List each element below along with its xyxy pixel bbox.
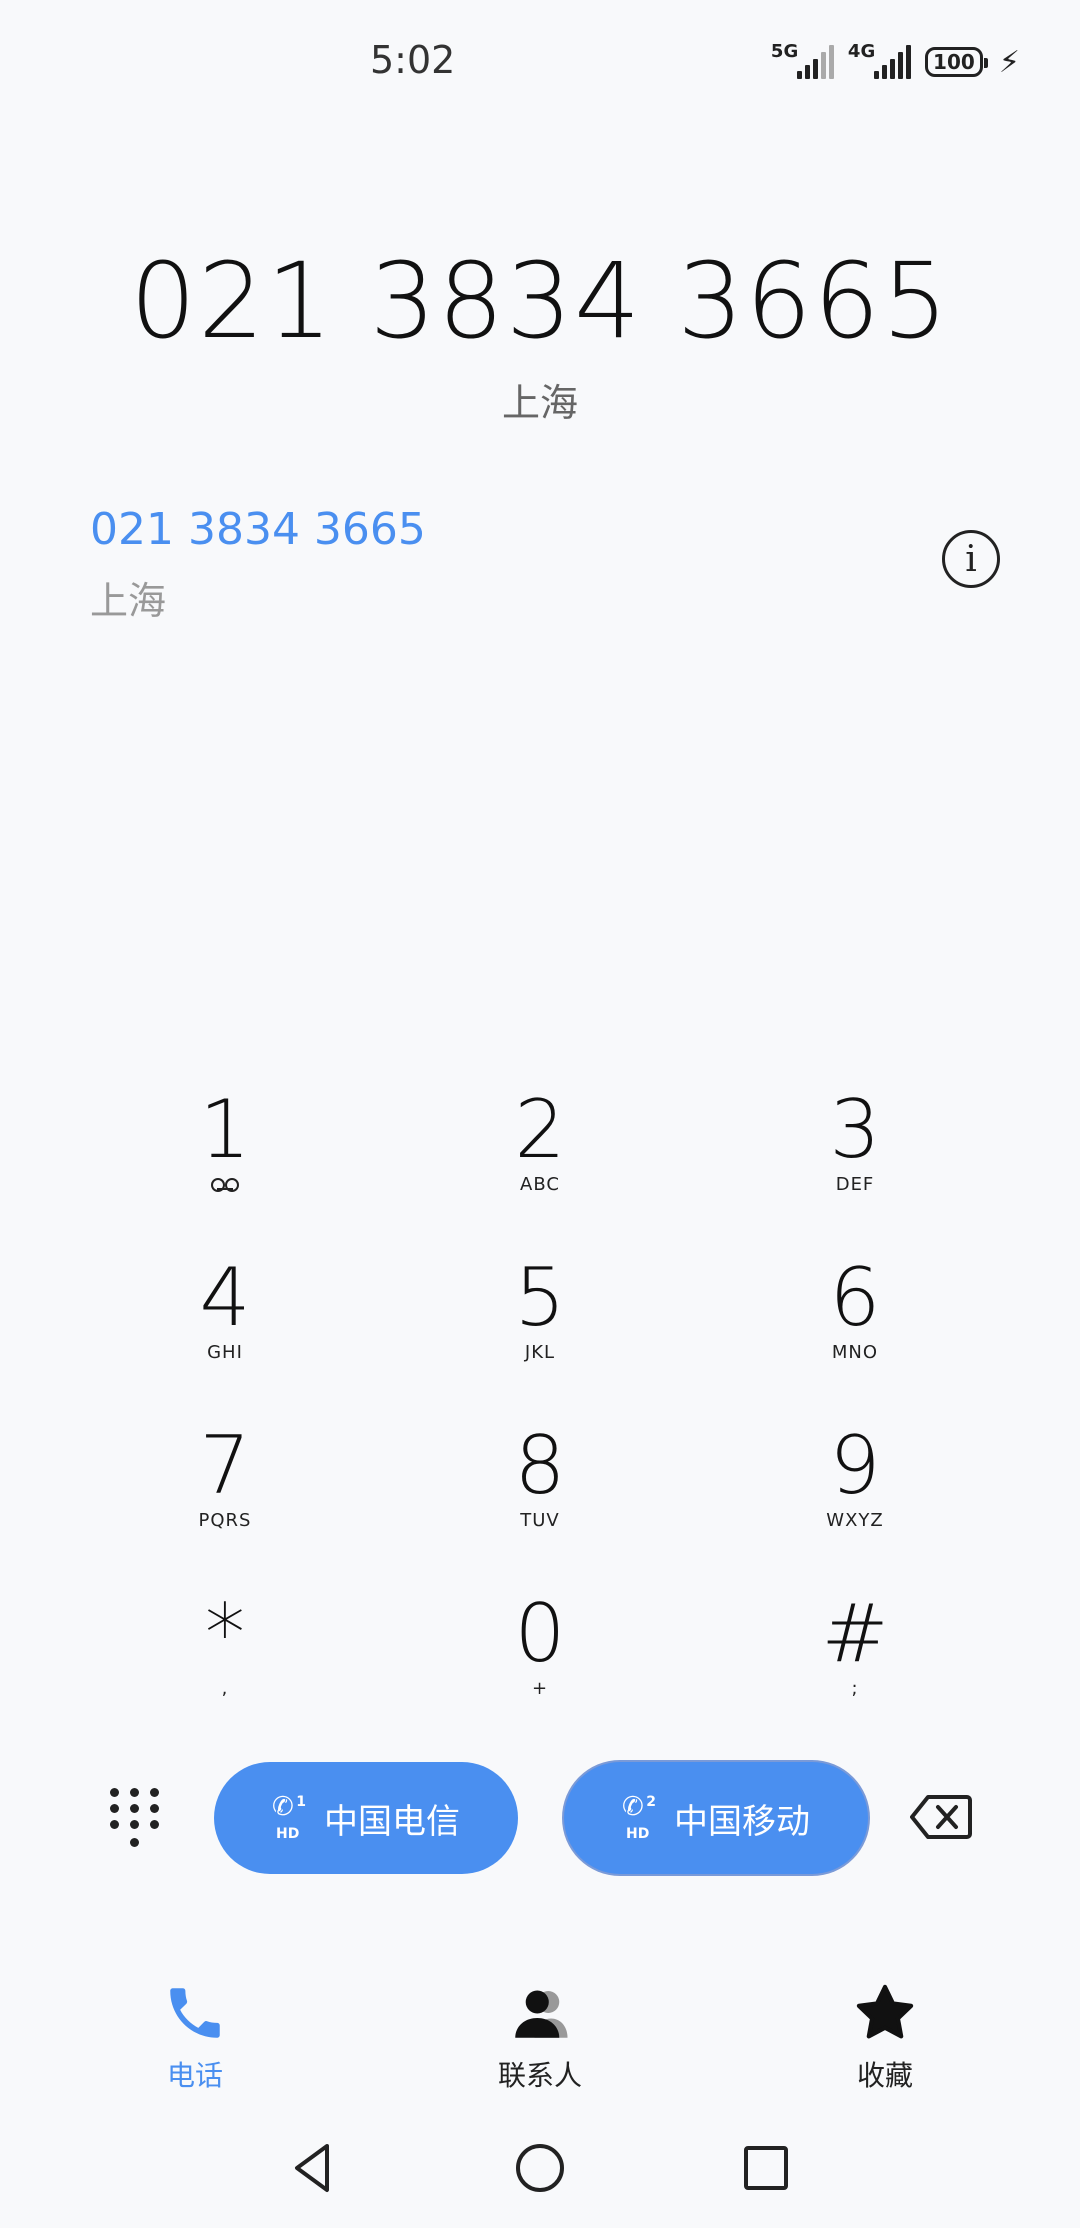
key-0[interactable]: 0 + (420, 1589, 660, 1739)
tab-contacts[interactable]: 联系人 (440, 1980, 640, 2100)
key-digit: # (821, 1587, 889, 1680)
key-digit: 6 (829, 1251, 881, 1344)
key-digit: 8 (514, 1419, 566, 1512)
network-type-sim2: 4G (847, 41, 876, 62)
signal-sim1-icon: 5G (770, 41, 834, 79)
key-8[interactable]: 8 TUV (420, 1421, 660, 1571)
key-9[interactable]: 9 WXYZ (735, 1421, 975, 1571)
key-letters: GHI (207, 1342, 243, 1363)
voicemail-icon (105, 1175, 345, 1195)
key-star[interactable]: * , (105, 1589, 345, 1739)
tab-label: 电话 (166, 2059, 223, 2092)
key-7[interactable]: 7 PQRS (105, 1421, 345, 1571)
call-sim1-button[interactable]: ✆ 1 HD 中国电信 (214, 1762, 518, 1874)
dialed-number[interactable]: 021 3834 3665 (0, 240, 1080, 362)
key-letters: MNO (831, 1342, 879, 1363)
key-6[interactable]: 6 MNO (735, 1253, 975, 1403)
action-row: ✆ 1 HD 中国电信 ✆ 2 HD 中国移动 (0, 1762, 1080, 1874)
key-letters: ABC (520, 1174, 560, 1195)
backspace-icon[interactable] (910, 1794, 972, 1840)
sim-slot-number: 1 (296, 1794, 306, 1810)
key-digit: 1 (199, 1083, 251, 1176)
call-sim2-button[interactable]: ✆ 2 HD 中国移动 (564, 1762, 868, 1874)
key-3[interactable]: 3 DEF (735, 1085, 975, 1235)
key-hash[interactable]: # ; (735, 1589, 975, 1739)
key-digit: 5 (514, 1251, 566, 1344)
battery-level: 100 (933, 50, 975, 74)
status-icons: 5G 4G 100 ⚡ (771, 40, 1020, 84)
suggestion-location: 上海 (90, 579, 167, 623)
key-letters: + (531, 1678, 549, 1699)
key-1[interactable]: 1 (105, 1085, 345, 1235)
bottom-tabs: 电话 联系人 收藏 (0, 1980, 1080, 2100)
key-letters: TUV (520, 1510, 560, 1531)
key-4[interactable]: 4 GHI (105, 1253, 345, 1403)
status-time: 5:02 (370, 38, 456, 82)
key-letters: DEF (835, 1174, 875, 1195)
suggestion-number: 021 3834 3665 (90, 504, 426, 555)
back-icon[interactable] (285, 2140, 341, 2196)
star-icon (856, 1984, 914, 2039)
key-digit: 0 (514, 1587, 566, 1680)
signal-sim2-icon: 4G (847, 41, 911, 79)
tab-favorites[interactable]: 收藏 (785, 1980, 985, 2100)
tab-label: 收藏 (856, 2059, 913, 2092)
key-digit: 4 (199, 1251, 251, 1344)
phone-hd-sim2-icon: ✆ 2 HD (622, 1792, 656, 1842)
phone-icon (170, 1988, 220, 2038)
home-icon[interactable] (512, 2140, 568, 2196)
key-letters: JKL (524, 1342, 556, 1363)
network-type-sim1: 5G (770, 41, 799, 62)
key-letters: WXYZ (826, 1510, 884, 1531)
key-digit: 9 (829, 1419, 881, 1512)
dialed-location: 上海 (501, 381, 578, 425)
contacts-icon (515, 1990, 568, 2038)
tab-label: 联系人 (497, 2059, 582, 2092)
key-digit: * (205, 1587, 245, 1680)
keypad: 1 2 ABC 3 DEF 4 GHI 5 JKL 6 MNO 7 PQRS 8… (0, 1085, 1080, 1765)
sim1-label: 中国电信 (324, 1801, 460, 1842)
key-5[interactable]: 5 JKL (420, 1253, 660, 1403)
key-letters: , (221, 1678, 229, 1699)
sim-slot-number: 2 (646, 1794, 656, 1810)
dialpad-toggle-icon[interactable] (110, 1788, 160, 1852)
info-icon[interactable]: i (942, 530, 1000, 588)
battery-icon: 100 (924, 47, 988, 77)
hd-badge: HD (276, 1826, 300, 1842)
status-bar: 5:02 5G 4G 100 ⚡ (0, 0, 1080, 120)
key-2[interactable]: 2 ABC (420, 1085, 660, 1235)
call-suggestion[interactable]: 021 3834 3665 上海 i (90, 500, 1000, 630)
phone-hd-sim1-icon: ✆ 1 HD (272, 1792, 306, 1842)
key-digit: 2 (514, 1083, 566, 1176)
recents-icon[interactable] (738, 2140, 794, 2196)
key-digit: 3 (829, 1083, 881, 1176)
key-letters: PQRS (198, 1510, 252, 1531)
system-nav-bar (0, 2130, 1080, 2210)
bolt-icon: ⚡ (998, 44, 1020, 80)
sim2-label: 中国移动 (674, 1801, 810, 1842)
tab-phone[interactable]: 电话 (95, 1980, 295, 2100)
hd-badge: HD (626, 1826, 650, 1842)
key-letters: ; (851, 1678, 859, 1699)
key-digit: 7 (199, 1419, 251, 1512)
